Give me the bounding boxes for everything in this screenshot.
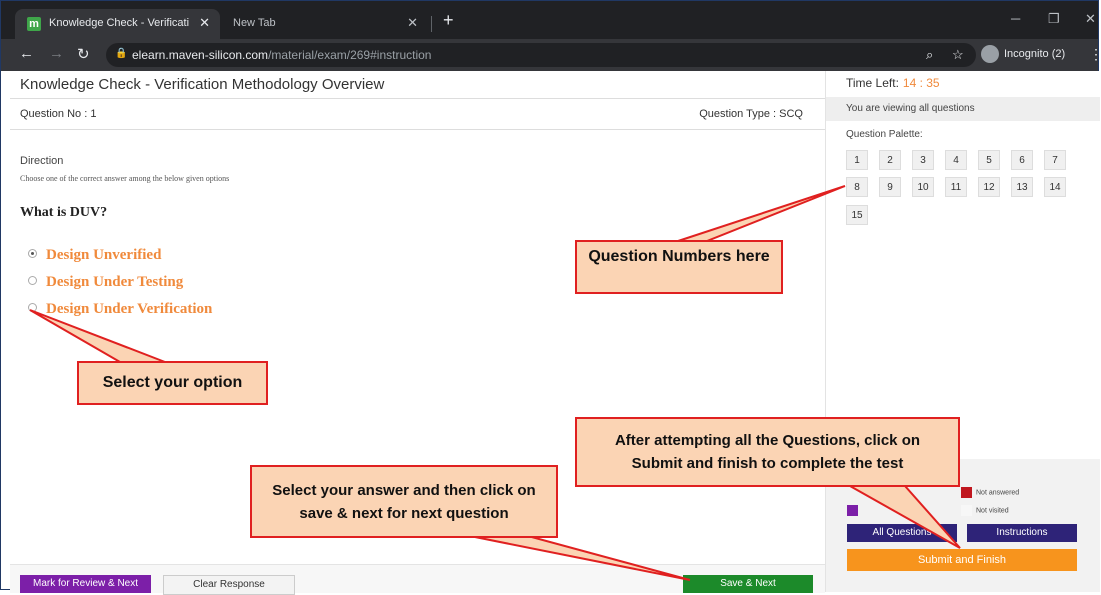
callout-pointer-select-option (29, 309, 166, 363)
callout-pointer-submit (846, 485, 961, 549)
callout-select-option: Select your option (77, 361, 268, 405)
callout-pointer-save (469, 535, 691, 581)
callout-save-hint: Select your answer and then click on sav… (250, 465, 558, 538)
callout-pointer-question-numbers (671, 185, 846, 244)
callout-question-numbers: Question Numbers here (575, 240, 783, 294)
callout-submit-hint: After attempting all the Questions, clic… (575, 417, 960, 487)
